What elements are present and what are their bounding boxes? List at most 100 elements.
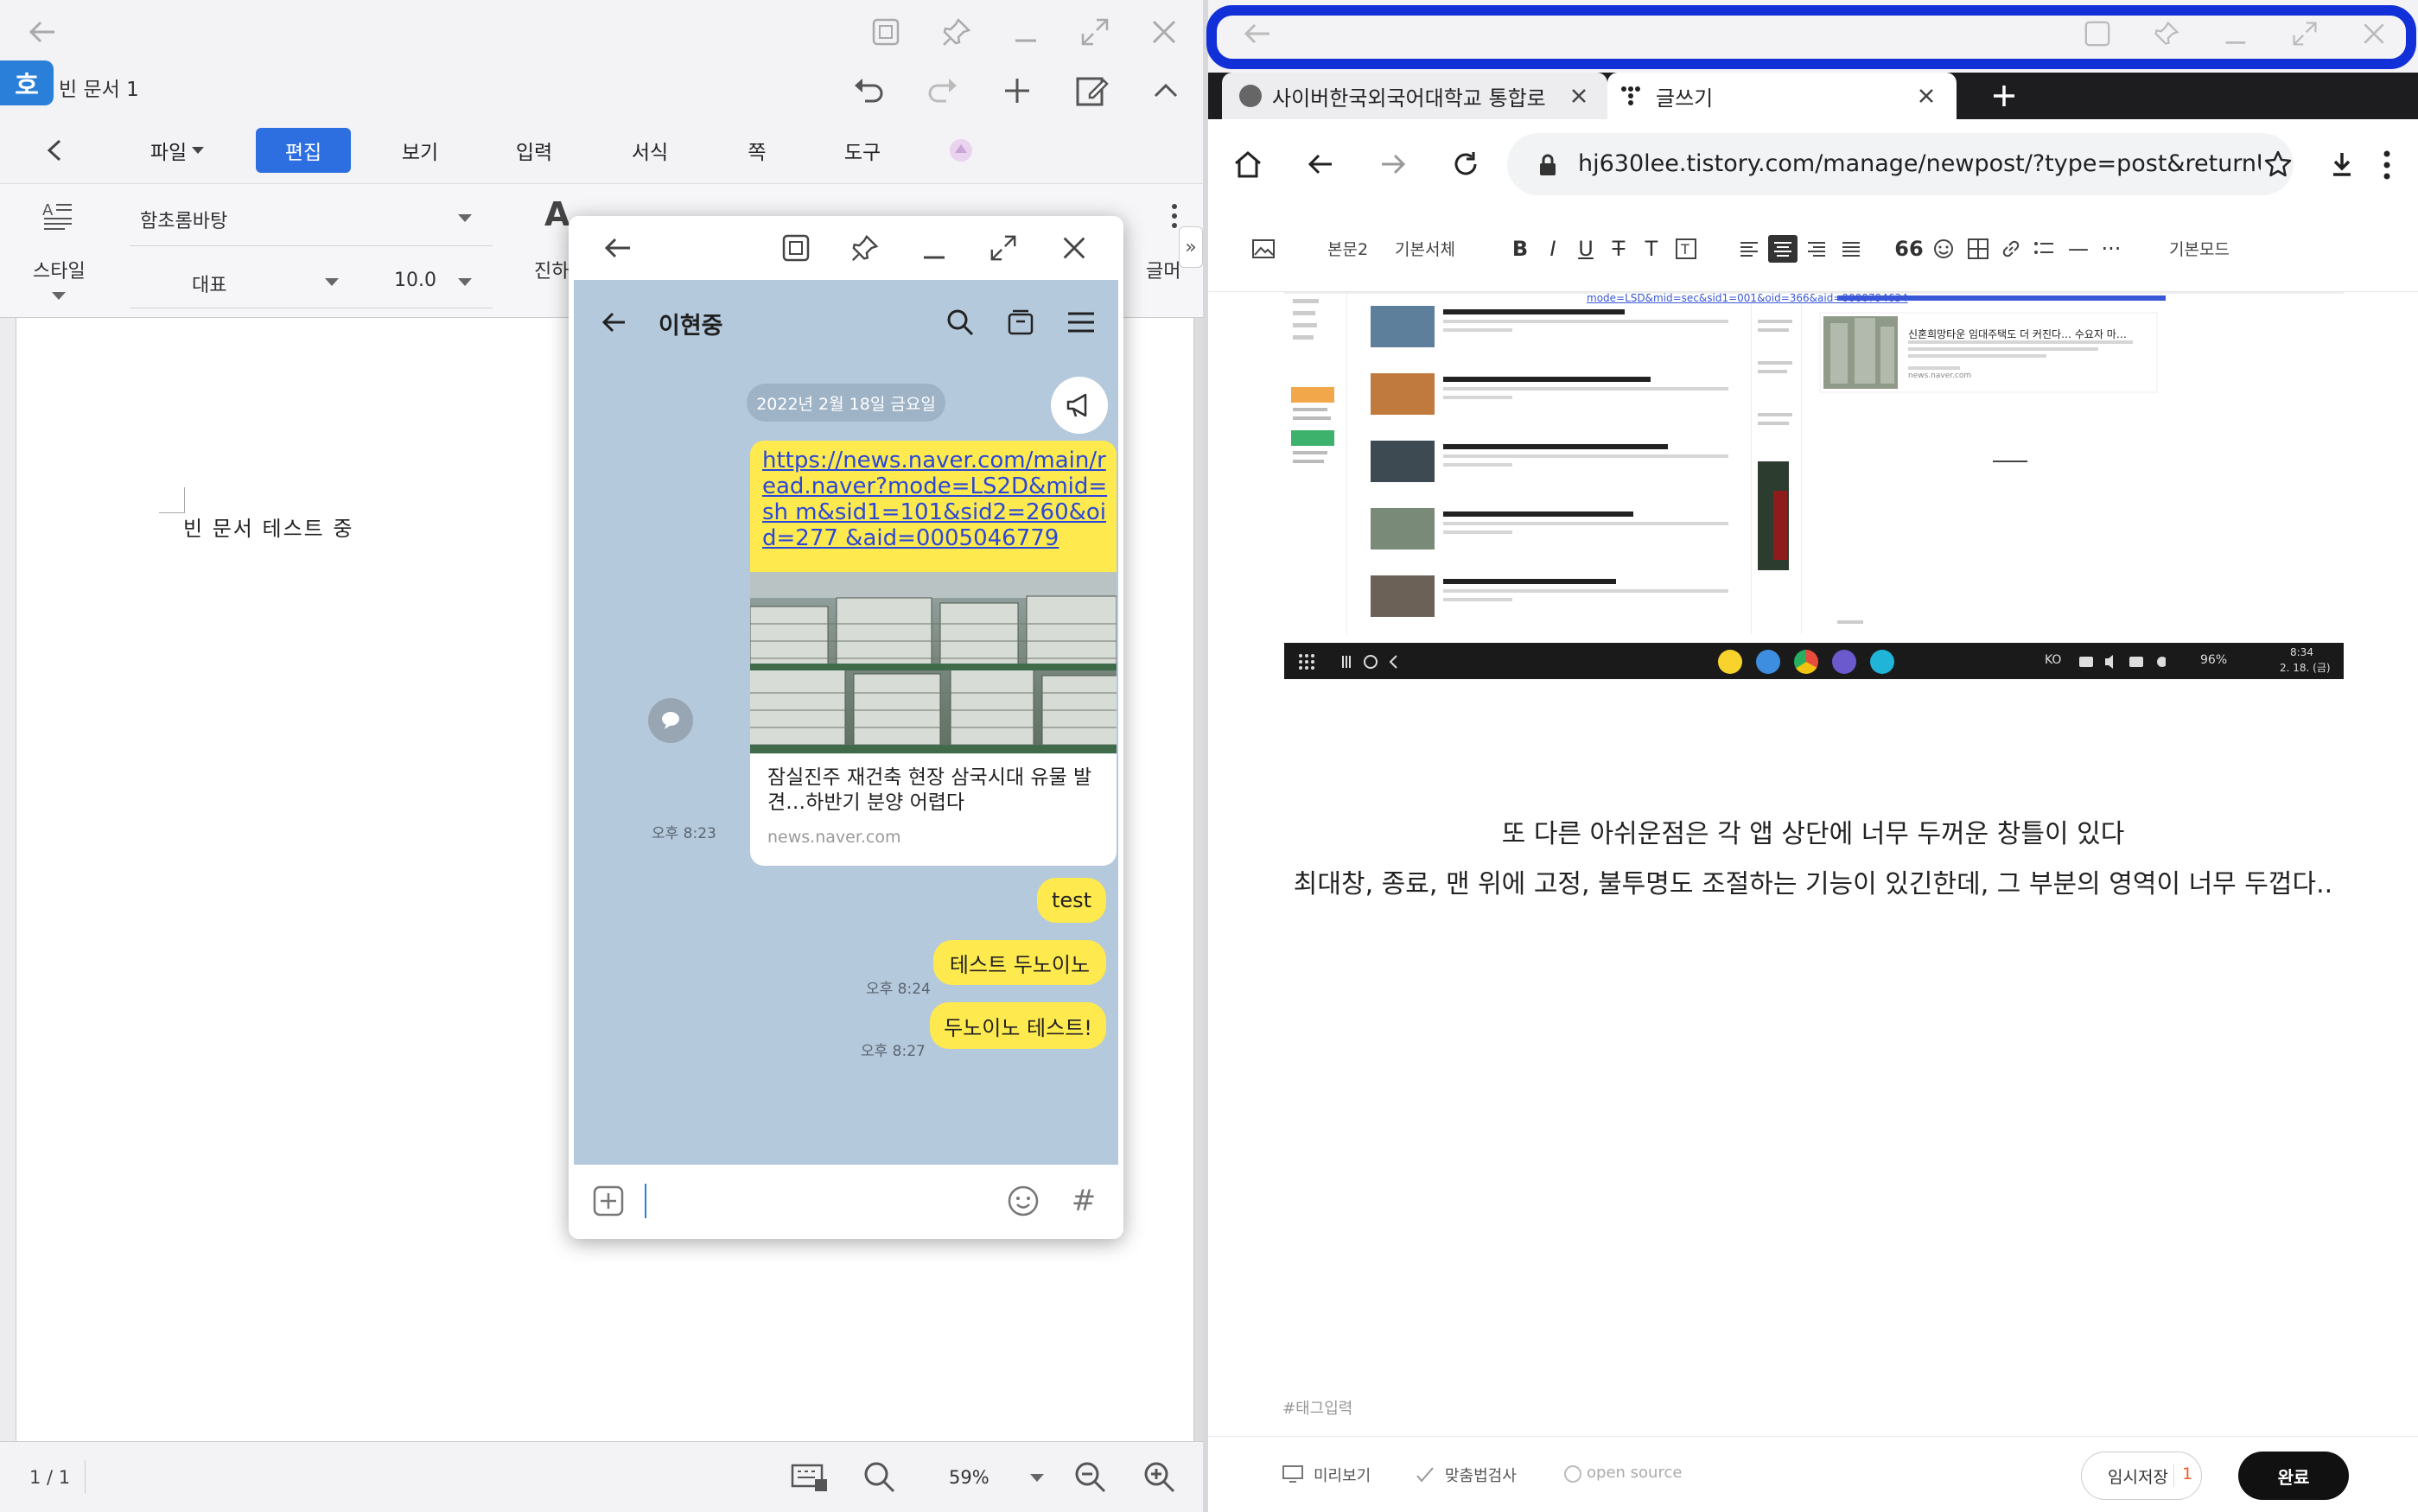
open-source-icon[interactable] [1564, 1465, 1581, 1483]
keyboard-lock-icon[interactable] [788, 1458, 831, 1496]
menu-edit[interactable]: 편집 [256, 128, 351, 173]
link-icon[interactable] [1998, 235, 2024, 263]
message-link[interactable]: https://news.naver.com/main/read.naver?m… [762, 448, 1108, 551]
menu-file[interactable]: 파일 [138, 128, 216, 173]
tab-cyber-hufs[interactable]: 사이버한국외국어대학교 통합로 [1222, 73, 1607, 119]
chat-drawer-icon[interactable] [1001, 302, 1040, 342]
bold-icon[interactable]: B [1507, 235, 1533, 263]
zoom-dropdown-icon[interactable] [1030, 1474, 1044, 1482]
message-bubble[interactable]: 테스트 두노이노 [933, 940, 1106, 985]
collapse-ribbon-icon[interactable] [1146, 69, 1186, 112]
spellcheck-icon[interactable] [1416, 1465, 1435, 1484]
close-icon[interactable] [1144, 12, 1184, 52]
font-size-dropdown-icon[interactable] [458, 278, 472, 286]
tab-close-icon[interactable] [1913, 83, 1939, 109]
pin-icon[interactable] [937, 12, 977, 52]
address-url[interactable]: hj630lee.tistory.com/manage/newpost/?typ… [1578, 150, 2261, 177]
underline-icon[interactable]: U [1573, 235, 1599, 263]
kakao-maximize-icon[interactable] [983, 228, 1023, 268]
share-reply-icon[interactable] [648, 698, 693, 743]
bold-format-icon[interactable]: A [544, 195, 570, 233]
add-icon[interactable] [996, 69, 1039, 112]
spellcheck-button[interactable]: 맞춤법검사 [1445, 1464, 1517, 1486]
attach-plus-icon[interactable] [589, 1182, 627, 1220]
done-button[interactable]: 완료 [2238, 1452, 2349, 1500]
zoom-out-icon[interactable] [1070, 1457, 1110, 1496]
new-tab-icon[interactable] [1984, 76, 2024, 116]
message-bubble[interactable]: test [1037, 878, 1106, 923]
ribbon-expand-icon[interactable]: » [1179, 226, 1203, 268]
more-icon[interactable]: ··· [2098, 235, 2124, 263]
chat-search-icon[interactable] [940, 302, 980, 342]
edit-mode-icon[interactable] [1070, 69, 1113, 112]
lock-icon[interactable] [1533, 150, 1562, 180]
emoticon-icon[interactable] [1931, 235, 1957, 263]
align-left-icon[interactable] [1737, 235, 1761, 263]
embedded-screenshot[interactable]: mode=LSD&mid=sec&sid1=001&oid=366&aid=00… [1284, 292, 2344, 683]
align-center-icon[interactable] [1768, 235, 1798, 263]
kakao-close-icon[interactable] [1054, 228, 1094, 268]
kakao-minimize-icon[interactable] [914, 228, 954, 268]
zoom-in-icon[interactable] [1139, 1457, 1179, 1496]
menu-format[interactable]: 서식 [615, 128, 684, 173]
chat-back-icon[interactable] [595, 302, 634, 342]
document-scrollbar[interactable] [1194, 318, 1203, 1441]
nav-forward-icon[interactable] [1372, 143, 1414, 185]
quote-icon[interactable]: 66 [1894, 235, 1923, 263]
bookmark-star-icon[interactable] [2261, 147, 2295, 181]
hashtag-icon[interactable]: # [1065, 1182, 1103, 1220]
tag-input[interactable]: #태그입력 [1282, 1396, 1352, 1419]
divider-icon[interactable]: — [2065, 235, 2091, 263]
strikethrough-icon[interactable]: T [1606, 235, 1632, 263]
emoji-icon[interactable] [1004, 1182, 1042, 1220]
back-arrow-icon[interactable] [22, 12, 62, 52]
message-input[interactable] [645, 1184, 646, 1218]
text-background-icon[interactable]: T [1673, 235, 1699, 263]
post-paragraph[interactable]: 최대창, 종료, 맨 위에 고정, 불투명도 조절하는 기능이 있긴한데, 그 … [1208, 862, 2418, 900]
menu-page[interactable]: 쪽 [731, 128, 783, 173]
kakao-pin-icon[interactable] [845, 228, 885, 268]
zoom-level[interactable]: 59% [949, 1467, 989, 1488]
font-family-select[interactable]: 기본서체 [1395, 237, 1455, 260]
font-size-select[interactable]: 10.0 [394, 270, 436, 291]
nav-back-icon[interactable] [1300, 143, 1341, 185]
menu-insert[interactable]: 입력 [500, 128, 569, 173]
message-bubble[interactable]: 두노이노 테스트! [930, 1002, 1106, 1049]
undo-icon[interactable] [847, 69, 890, 112]
more-options-icon[interactable] [1172, 204, 1177, 228]
style-dropdown-icon[interactable] [52, 292, 66, 300]
align-right-icon[interactable] [1804, 235, 1829, 263]
paragraph-style-select[interactable]: 본문2 [1327, 237, 1368, 260]
home-icon[interactable] [1227, 143, 1269, 185]
preview-button[interactable]: 미리보기 [1314, 1464, 1371, 1486]
maximize-icon[interactable] [1075, 12, 1115, 52]
minimize-icon[interactable] [1006, 12, 1046, 52]
link-preview-card[interactable]: 잠실진주 재건축 현장 삼국시대 유물 발견…하반기 분양 어렵다 news.n… [750, 572, 1117, 866]
list-icon[interactable] [2031, 235, 2057, 263]
tab-write[interactable]: 글쓰기 [1607, 73, 1957, 119]
document-body-text[interactable]: 빈 문서 테스트 중 [183, 511, 353, 542]
paragraph-style-dropdown-icon[interactable] [325, 278, 339, 286]
table-icon[interactable] [1965, 235, 1991, 263]
align-justify-icon[interactable] [1839, 235, 1863, 263]
font-name-select[interactable]: 함초롬바탕 [140, 206, 227, 233]
text-color-icon[interactable]: T [1639, 235, 1664, 263]
image-insert-icon[interactable] [1248, 235, 1279, 263]
preview-icon[interactable] [1282, 1465, 1303, 1483]
menu-tools[interactable]: 도구 [828, 128, 897, 173]
reload-icon[interactable] [1445, 143, 1486, 185]
temp-save-button[interactable]: 임시저장 1 [2081, 1452, 2202, 1500]
menu-back-icon[interactable] [35, 130, 76, 171]
megaphone-icon[interactable] [1051, 377, 1108, 434]
redo-icon[interactable] [921, 69, 964, 112]
paragraph-style-select[interactable]: 대표 [192, 270, 226, 297]
style-icon[interactable]: A [38, 195, 78, 235]
font-dropdown-icon[interactable] [458, 214, 472, 222]
post-paragraph[interactable]: 또 다른 아쉬운점은 각 앱 상단에 너무 두꺼운 창틀이 있다 [1208, 812, 2418, 850]
browser-menu-icon[interactable] [2383, 150, 2390, 180]
editor-mode-select[interactable]: 기본모드 [2169, 237, 2230, 260]
open-source-link[interactable]: open source [1587, 1464, 1682, 1482]
download-icon[interactable] [2323, 145, 2361, 183]
accessibility-icon[interactable] [942, 131, 980, 169]
menu-view[interactable]: 보기 [385, 128, 455, 173]
